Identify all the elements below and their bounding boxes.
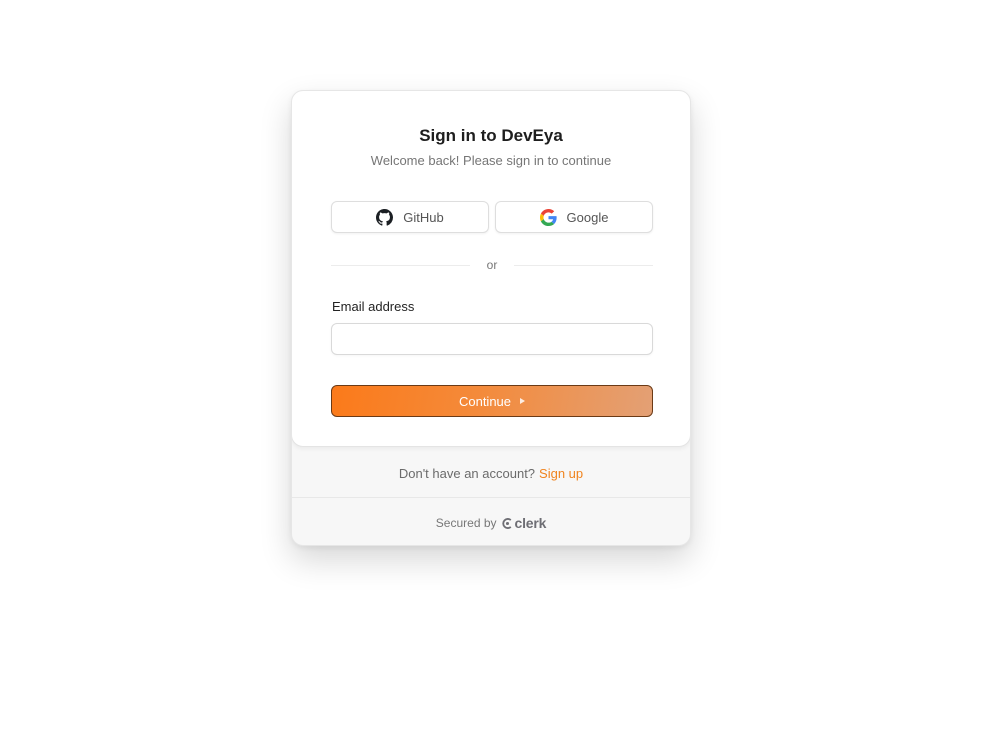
secured-by-text: Secured by (435, 516, 497, 530)
clerk-logo-text: clerk (514, 515, 547, 531)
divider-or: or (486, 258, 498, 272)
signup-prompt: Don't have an account? Sign up (292, 466, 690, 481)
clerk-logo[interactable]: clerk (501, 515, 547, 531)
github-button-label: GitHub (403, 209, 444, 225)
page-subtitle: Welcome back! Please sign in to continue (370, 153, 612, 168)
google-signin-button[interactable]: Google (495, 201, 653, 233)
sign-in-panel: Sign in to DevEya Welcome back! Please s… (291, 90, 691, 546)
footer-divider (292, 497, 690, 498)
email-input[interactable] (331, 323, 653, 355)
sign-up-link[interactable]: Sign up (539, 466, 583, 481)
google-icon (539, 208, 557, 226)
google-button-label: Google (566, 209, 609, 225)
divider-line-right (514, 265, 653, 266)
no-account-text: Don't have an account? (398, 466, 536, 481)
caret-right-icon (520, 398, 526, 404)
continue-button-label: Continue (458, 393, 512, 409)
github-icon (376, 208, 394, 226)
divider-line-left (331, 265, 470, 266)
continue-button[interactable]: Continue (331, 385, 653, 417)
page-title: Sign in to DevEya (419, 126, 563, 145)
sign-in-card: Sign in to DevEya Welcome back! Please s… (292, 91, 690, 447)
secured-by-footer: Secured by clerk (292, 515, 690, 531)
clerk-logo-icon (501, 517, 513, 529)
email-label: Email address (332, 299, 415, 314)
github-signin-button[interactable]: GitHub (331, 201, 489, 233)
